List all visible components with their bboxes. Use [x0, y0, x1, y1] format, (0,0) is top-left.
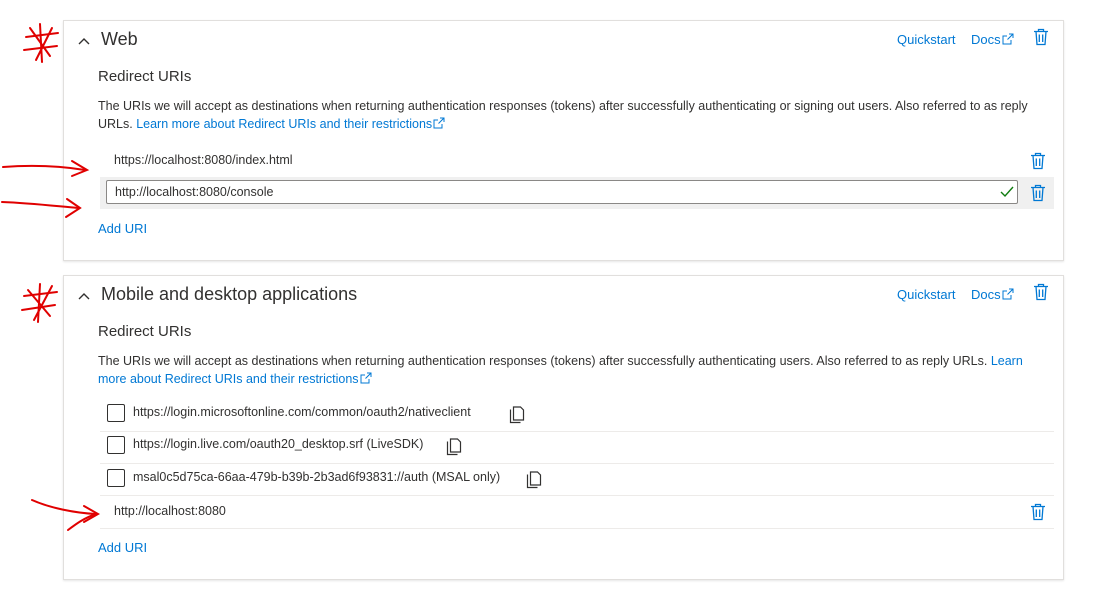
web-docs-link[interactable]: Docs: [971, 32, 1014, 47]
web-add-uri-link[interactable]: Add URI: [98, 221, 147, 236]
external-link-icon: [433, 117, 445, 129]
web-docs-label: Docs: [971, 32, 1001, 47]
mobile-desktop-platform-card: Mobile and desktop applications Quicksta…: [63, 275, 1064, 580]
chevron-up-icon[interactable]: [77, 290, 91, 302]
web-uri-input[interactable]: [106, 180, 1018, 204]
external-link-icon: [1002, 33, 1014, 45]
suggested-uri-label: https://login.live.com/oauth20_desktop.s…: [133, 437, 424, 451]
mobile-uri-row: http://localhost:8080: [100, 496, 1054, 529]
trash-icon: [1034, 28, 1048, 46]
asterisk-annotation: [21, 283, 58, 323]
web-redirect-description: The URIs we will accept as destinations …: [98, 97, 1033, 133]
mobile-quickstart-link[interactable]: Quickstart: [897, 287, 956, 302]
copy-icon[interactable]: [526, 471, 542, 489]
mobile-description-text: The URIs we will accept as destinations …: [98, 354, 991, 368]
trash-icon: [1031, 152, 1045, 170]
chevron-up-icon[interactable]: [77, 35, 91, 47]
web-redirect-uris-heading: Redirect URIs: [98, 68, 192, 85]
web-quickstart-link[interactable]: Quickstart: [897, 32, 956, 47]
mobile-uri-text[interactable]: http://localhost:8080: [114, 504, 226, 518]
mobile-redirect-uris-heading: Redirect URIs: [98, 323, 192, 340]
checkmark-icon: [1000, 186, 1014, 198]
mobile-card-title: Mobile and desktop applications: [101, 284, 358, 304]
mobile-uri-delete-button[interactable]: [1030, 503, 1046, 521]
trash-icon: [1031, 503, 1045, 521]
web-uri-delete-button[interactable]: [1030, 152, 1046, 170]
row-divider: [100, 463, 1054, 464]
mobile-delete-platform-button[interactable]: [1033, 283, 1049, 301]
suggested-uri-label: https://login.microsoftonline.com/common…: [133, 405, 471, 419]
suggested-uri-checkbox[interactable]: [107, 436, 125, 454]
asterisk-annotation: [23, 23, 59, 63]
mobile-add-uri-link[interactable]: Add URI: [98, 540, 147, 555]
web-learn-more-text: Learn more about Redirect URIs and their…: [136, 117, 433, 131]
copy-icon[interactable]: [509, 406, 525, 424]
web-delete-platform-button[interactable]: [1033, 28, 1049, 46]
suggested-uri-label: msal0c5d75ca-66aa-479b-b39b-2b3ad6f93831…: [133, 470, 501, 484]
external-link-icon: [1002, 288, 1014, 300]
web-platform-card: Web Quickstart Docs Redirect URIs The UR…: [63, 20, 1064, 261]
trash-icon: [1031, 184, 1045, 202]
web-learn-more-link[interactable]: Learn more about Redirect URIs and their…: [136, 117, 445, 131]
web-uri-row: https://localhost:8080/index.html: [100, 145, 1054, 178]
mobile-docs-label: Docs: [971, 287, 1001, 302]
web-uri-text[interactable]: https://localhost:8080/index.html: [114, 153, 293, 167]
copy-icon[interactable]: [446, 438, 462, 456]
suggested-uri-checkbox[interactable]: [107, 404, 125, 422]
mobile-redirect-description: The URIs we will accept as destinations …: [98, 352, 1033, 388]
web-card-title: Web: [101, 29, 138, 49]
web-uri-edit-row: [100, 177, 1054, 209]
trash-icon: [1034, 283, 1048, 301]
row-divider: [100, 431, 1054, 432]
mobile-docs-link[interactable]: Docs: [971, 287, 1014, 302]
external-link-icon: [360, 372, 372, 384]
web-uri-input-delete-button[interactable]: [1030, 184, 1046, 202]
suggested-uri-checkbox[interactable]: [107, 469, 125, 487]
